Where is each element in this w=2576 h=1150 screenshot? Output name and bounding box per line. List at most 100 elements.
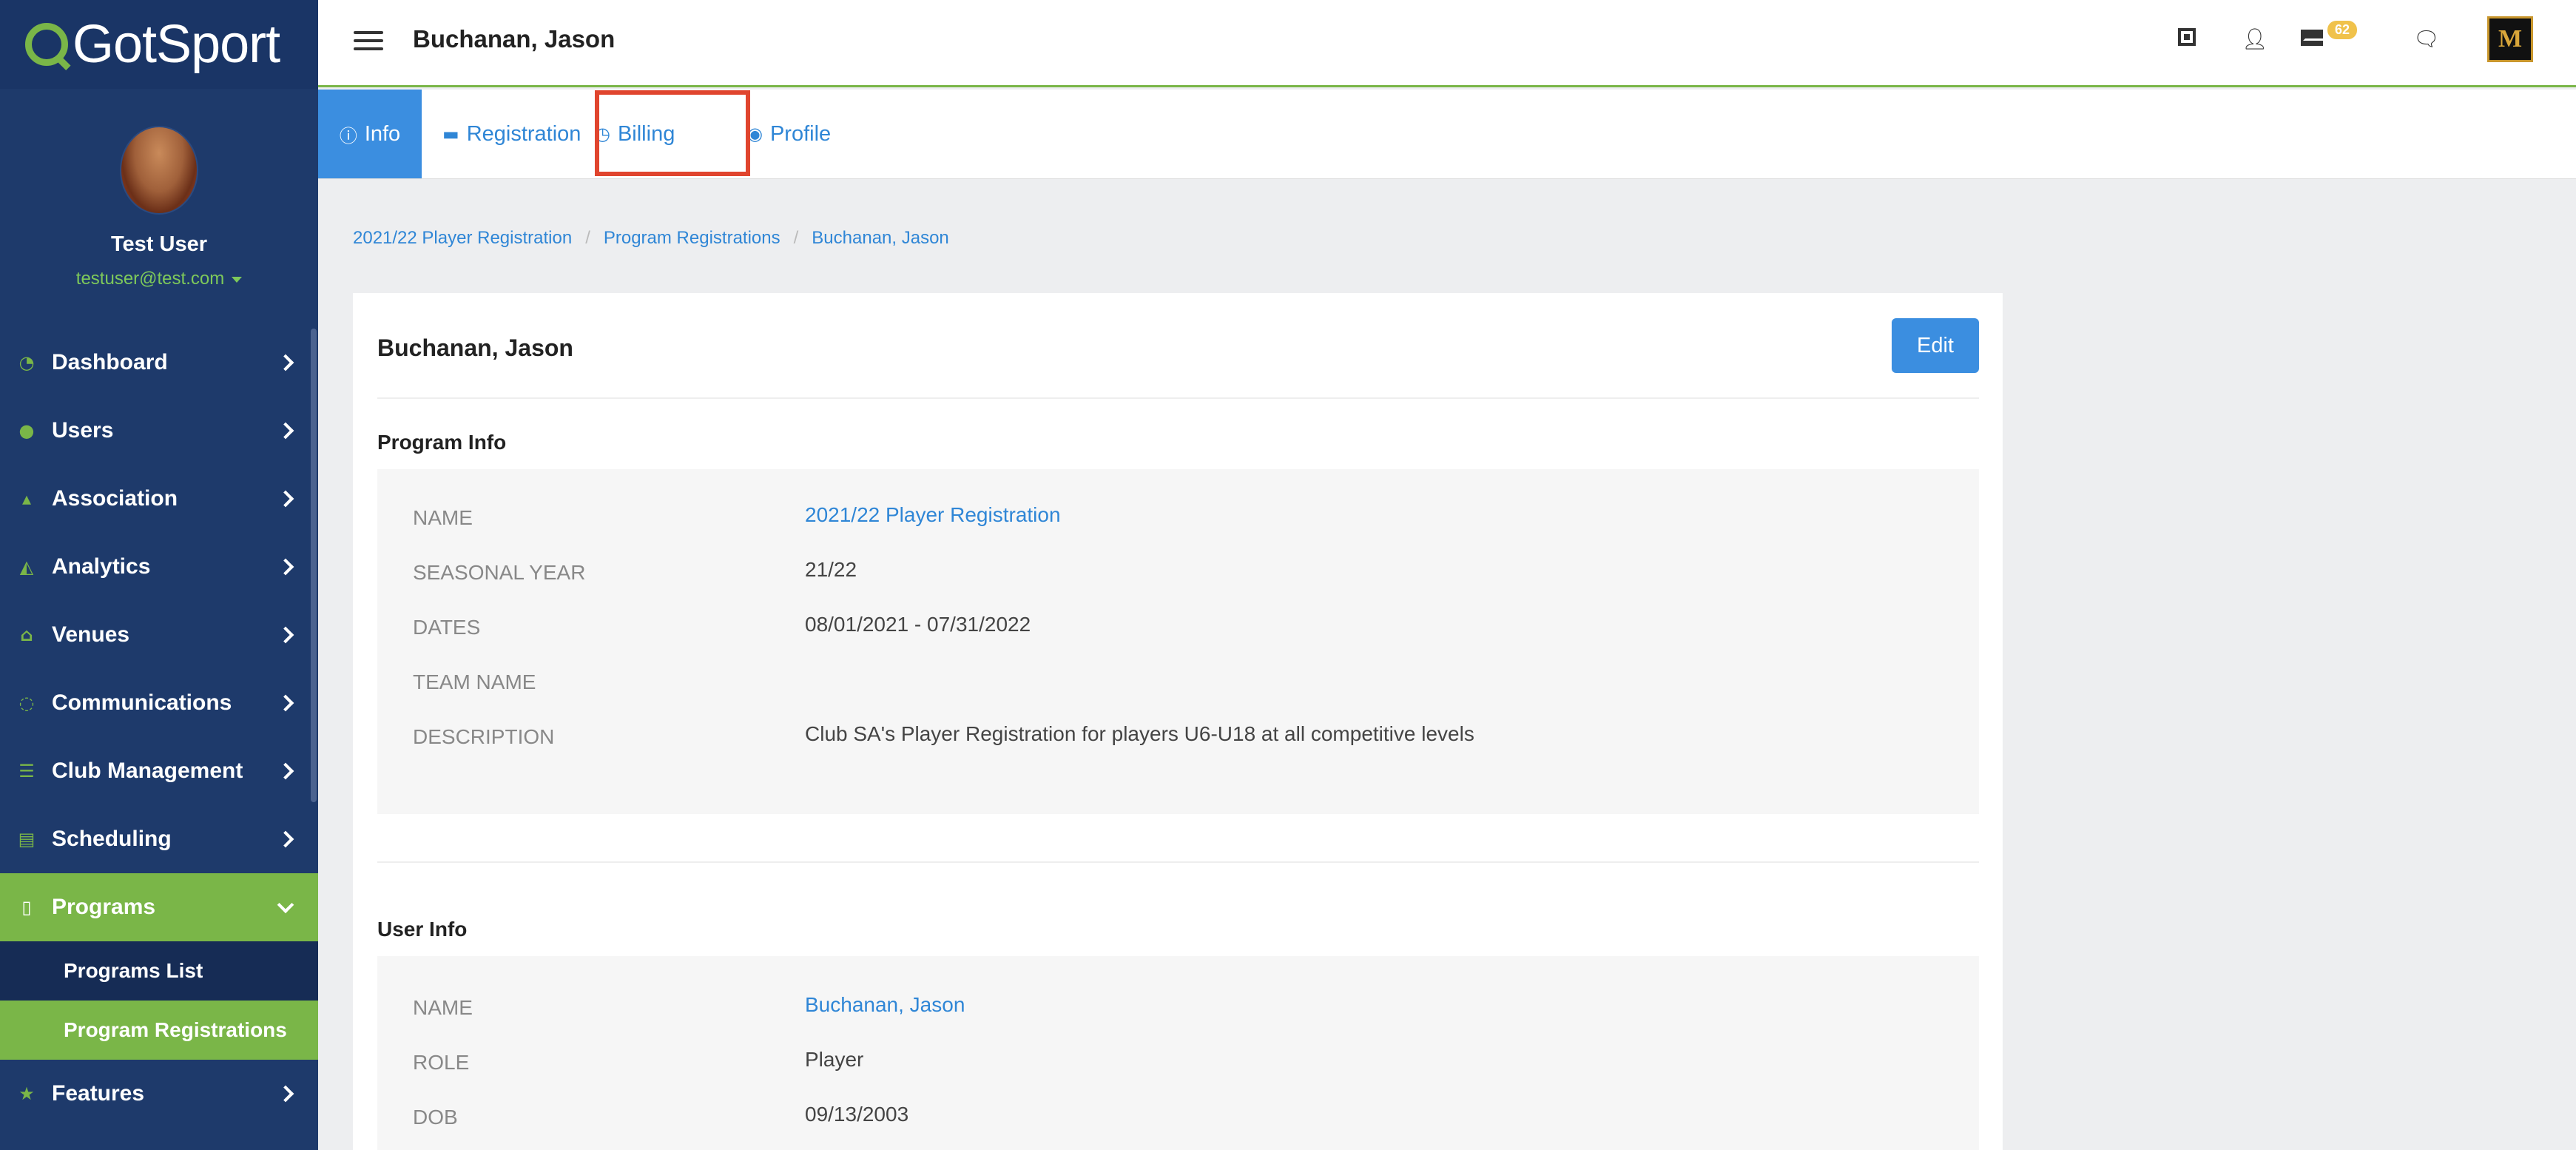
edit-button[interactable]: Edit: [1892, 318, 1979, 373]
sidebar-item-label: Venues: [52, 622, 130, 647]
field-value: 08/01/2021 - 07/31/2022: [805, 613, 1031, 636]
user-email-dropdown[interactable]: testuser@test.com: [0, 269, 318, 289]
user-profile: Test User testuser@test.com: [0, 89, 318, 289]
mail-count-badge: 62: [2327, 21, 2358, 39]
user-info-box: NAME Buchanan, Jason ROLE Player DOB 09/…: [377, 956, 1979, 1150]
sidebar-item-programs[interactable]: ▯ Programs: [0, 873, 318, 941]
program-info-heading: Program Info: [377, 431, 507, 454]
qr-code-icon[interactable]: [2178, 28, 2196, 46]
field-label: DOB: [413, 1106, 458, 1129]
area-chart-icon: ◭: [19, 556, 34, 577]
chevron-right-icon: [277, 762, 294, 780]
chevron-right-icon: [277, 694, 294, 712]
sidebar-subitem-program-registrations[interactable]: Program Registrations: [0, 1001, 318, 1060]
sidebar-item-label: Analytics: [52, 554, 151, 579]
sidebar-nav: ◔ Dashboard ● Users ▴ Association ◭ Anal…: [0, 329, 318, 1128]
list-icon: ☰: [18, 761, 35, 781]
chevron-right-icon: [277, 422, 294, 440]
sidebar-item-label: Scheduling: [52, 827, 172, 851]
field-label: DATES: [413, 616, 481, 639]
sidebar-item-scheduling[interactable]: ▤ Scheduling: [0, 805, 318, 873]
star-icon: ★: [18, 1083, 35, 1104]
sidebar-item-features[interactable]: ★ Features: [0, 1060, 318, 1128]
breadcrumb-link-registrations[interactable]: Program Registrations: [604, 228, 780, 249]
page-title: Buchanan, Jason: [413, 25, 616, 53]
card-title: Buchanan, Jason: [377, 334, 573, 361]
field-label: SEASONAL YEAR: [413, 561, 586, 584]
sidebar-subitem-label: Programs List: [64, 959, 203, 982]
sidebar-item-association[interactable]: ▴ Association: [0, 465, 318, 533]
document-icon: ▯: [21, 897, 32, 918]
logo-text: GotSport: [73, 15, 280, 74]
gotsport-logo-icon: [25, 23, 68, 66]
breadcrumb: 2021/22 Player Registration / Program Re…: [353, 228, 949, 249]
sidebar-subitem-label: Program Registrations: [64, 1018, 287, 1041]
program-name-link[interactable]: 2021/22 Player Registration: [805, 503, 1061, 527]
registration-card: Buchanan, Jason Edit Program Info NAME 2…: [353, 293, 2003, 1150]
user-info-heading: User Info: [377, 918, 468, 941]
calendar-icon: ▤: [18, 829, 36, 850]
avatar[interactable]: [120, 126, 198, 215]
field-value: Player: [805, 1048, 864, 1071]
users-icon: ●: [18, 420, 35, 441]
sidebar-item-label: Association: [52, 486, 178, 511]
tab-label: Profile: [769, 121, 832, 146]
sitemap-icon: ▴: [21, 488, 32, 509]
sidebar-item-label: Features: [52, 1081, 145, 1106]
chevron-right-icon: [277, 626, 294, 644]
dashboard-icon: ◔: [18, 352, 35, 373]
sidebar-item-label: Users: [52, 418, 114, 443]
archive-icon: ▬: [442, 124, 459, 144]
logo[interactable]: GotSport: [0, 0, 318, 89]
breadcrumb-link-program[interactable]: 2021/22 Player Registration: [353, 228, 572, 249]
breadcrumb-current[interactable]: Buchanan, Jason: [812, 228, 948, 249]
user-name: Test User: [110, 232, 208, 256]
info-icon: ⓘ: [339, 125, 357, 147]
envelope-icon[interactable]: [2301, 30, 2323, 46]
tab-label: Registration: [466, 121, 581, 146]
caret-down-icon: [232, 276, 243, 283]
field-label: ROLE: [413, 1051, 470, 1074]
sidebar-item-venues[interactable]: ⌂ Venues: [0, 601, 318, 669]
club-logo[interactable]: M: [2487, 16, 2533, 62]
chevron-right-icon: [277, 558, 294, 576]
tab-label: Info: [364, 121, 401, 146]
top-header: Buchanan, Jason 👤︎ 62 🗨︎ M: [318, 0, 2576, 87]
field-value: Club SA's Player Registration for player…: [805, 722, 1474, 745]
field-value: 09/13/2003: [805, 1103, 909, 1126]
sidebar-item-label: Programs: [52, 895, 156, 919]
sidebar-item-users[interactable]: ● Users: [0, 397, 318, 465]
divider: [377, 397, 1979, 399]
program-info-box: NAME 2021/22 Player Registration SEASONA…: [377, 469, 1979, 814]
tab-registration[interactable]: ▬ Registration: [442, 90, 581, 178]
field-label: NAME: [413, 996, 473, 1019]
sidebar-item-dashboard[interactable]: ◔ Dashboard: [0, 329, 318, 397]
chevron-right-icon: [277, 1085, 294, 1103]
chat-icon[interactable]: 🗨︎: [2413, 27, 2440, 51]
sidebar: GotSport Test User testuser@test.com ◔ D…: [0, 0, 318, 1150]
tab-profile[interactable]: ◉ Profile: [747, 90, 831, 178]
sidebar-item-communications[interactable]: ◌ Communications: [0, 669, 318, 737]
sidebar-subitem-programs-list[interactable]: Programs List: [0, 941, 318, 1001]
chevron-right-icon: [277, 830, 294, 848]
sidebar-item-label: Communications: [52, 690, 232, 715]
field-label: DESCRIPTION: [413, 725, 555, 748]
chevron-down-icon: [277, 896, 294, 914]
user-icon[interactable]: 👤︎: [2242, 27, 2268, 51]
sidebar-item-analytics[interactable]: ◭ Analytics: [0, 533, 318, 601]
tab-info[interactable]: ⓘ Info: [318, 90, 422, 178]
breadcrumb-separator: /: [585, 228, 590, 248]
sidebar-item-club-management[interactable]: ☰ Club Management: [0, 737, 318, 805]
billing-highlight-box: [595, 90, 750, 176]
divider: [377, 861, 1979, 863]
user-name-link[interactable]: Buchanan, Jason: [805, 993, 965, 1017]
chevron-right-icon: [277, 354, 294, 371]
hamburger-menu-icon[interactable]: [354, 31, 383, 50]
home-icon: ⌂: [20, 625, 33, 645]
sidebar-item-label: Club Management: [52, 759, 243, 783]
field-label: NAME: [413, 506, 473, 529]
breadcrumb-separator: /: [793, 228, 799, 248]
field-label: TEAM NAME: [413, 670, 536, 693]
field-value: 21/22: [805, 558, 857, 581]
chevron-right-icon: [277, 490, 294, 508]
